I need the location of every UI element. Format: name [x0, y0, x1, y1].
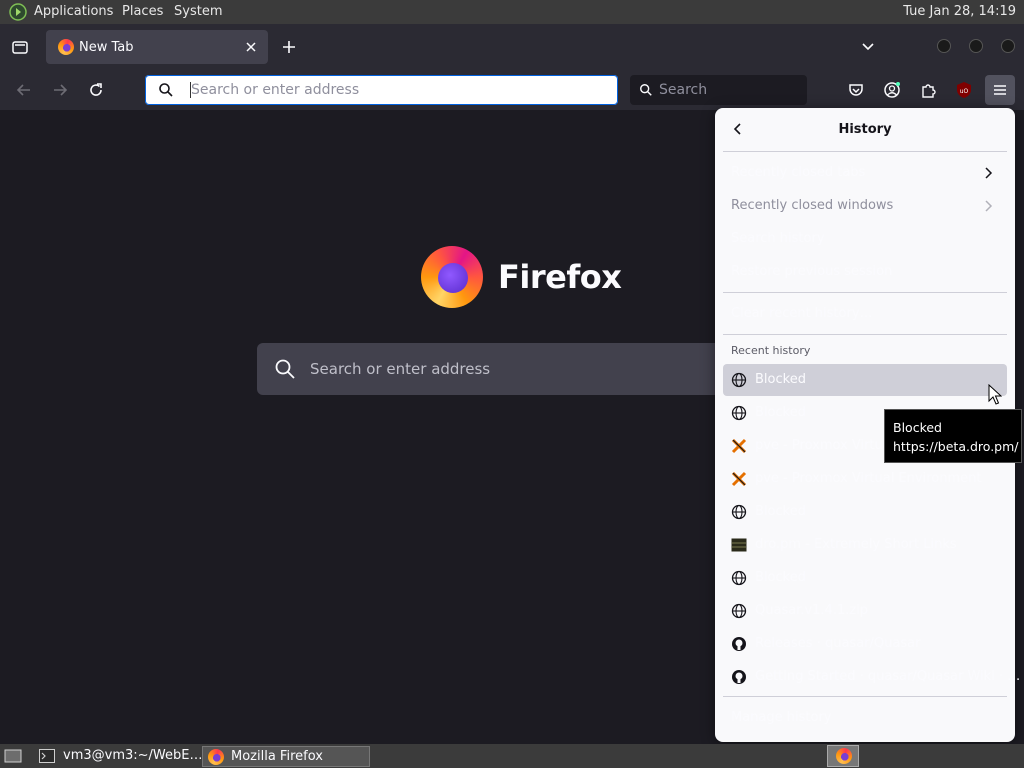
panel-title: History — [838, 122, 892, 137]
show-desktop-icon[interactable] — [4, 748, 22, 764]
svg-text:uO: uO — [960, 88, 969, 95]
list-all-tabs-chevron-icon[interactable] — [860, 40, 876, 54]
separator — [723, 334, 1007, 335]
github-icon — [732, 670, 746, 684]
clear-recent-history-item[interactable]: Clear recent history… — [723, 298, 1007, 330]
search-icon — [275, 359, 295, 379]
firefox-icon — [836, 748, 852, 764]
entry-label: Quasar.v1.4.1.zip — [755, 603, 869, 618]
item-label: Restore previous session — [731, 264, 893, 279]
top-panel: Applications Places System Tue Jan 28, 1… — [0, 0, 1024, 24]
item-label: Clear recent history… — [731, 306, 873, 321]
proxmox-icon — [731, 438, 747, 454]
globe-icon — [731, 372, 747, 388]
firefox-favicon-icon — [58, 39, 74, 55]
item-label: Search history — [731, 231, 825, 246]
history-entry[interactable]: Getting Started · quasar/Quasar Wiki · … — [723, 661, 1020, 693]
workspace-switcher[interactable] — [827, 745, 859, 767]
item-label: Recently closed windows — [731, 198, 894, 213]
search-bar-placeholder: Search — [659, 82, 708, 98]
entry-label: Blocked — [755, 504, 806, 519]
url-bar-placeholder: Search or enter address — [191, 82, 360, 98]
manage-history-item[interactable]: Manage history — [723, 702, 1007, 734]
history-entry[interactable]: Blocked — [723, 562, 1007, 594]
item-label: Manage history — [731, 710, 832, 725]
taskbar-terminal[interactable]: vm3@vm3:~/WebE… — [34, 746, 202, 767]
history-entry[interactable]: Blocked — [723, 364, 1007, 396]
content-search-placeholder: Search or enter address — [310, 360, 491, 378]
taskbar-firefox-label: Mozilla Firefox — [231, 749, 323, 764]
tooltip-url: https://beta.dro.pm/ — [893, 439, 1019, 454]
back-arrow-icon[interactable] — [15, 81, 33, 99]
search-history-item[interactable]: Search history — [723, 223, 1007, 255]
firefox-logo-icon — [421, 246, 483, 308]
dropm-icon — [731, 538, 747, 552]
entry-label: Blocked — [755, 570, 806, 585]
places-menu[interactable]: Places — [122, 4, 163, 19]
content-search-box[interactable]: Search or enter address — [257, 343, 717, 395]
mouse-pointer-icon — [988, 384, 1002, 405]
history-entry[interactable]: pve - Proxmox Virtual Environment — [723, 463, 1007, 495]
github-icon — [732, 637, 746, 651]
new-tab-plus-icon[interactable] — [281, 39, 297, 55]
taskbar-firefox[interactable]: Mozilla Firefox — [202, 746, 370, 767]
tab-title: New Tab — [79, 40, 134, 55]
url-bar[interactable]: Search or enter address — [145, 75, 618, 105]
open-menu-button[interactable] — [985, 75, 1015, 105]
separator — [723, 696, 1007, 697]
chevron-right-icon — [985, 200, 993, 212]
system-menu[interactable]: System — [174, 4, 222, 19]
forward-arrow-icon[interactable] — [51, 81, 69, 99]
separator — [723, 292, 1007, 293]
proxmox-icon — [731, 471, 747, 487]
search-icon — [159, 83, 173, 97]
entry-label: Releases · quasar/Quasar — [755, 636, 921, 651]
globe-icon — [731, 405, 747, 421]
globe-icon — [731, 570, 747, 586]
search-bar[interactable]: Search — [630, 75, 807, 105]
history-entry[interactable]: Quasar.v1.4.1.zip — [723, 595, 1007, 627]
search-icon — [640, 84, 652, 96]
separator — [723, 151, 1007, 152]
history-tooltip: Blocked https://beta.dro.pm/ — [884, 409, 1022, 463]
maximize-window-button[interactable] — [969, 39, 983, 53]
close-tab-icon[interactable] — [244, 40, 258, 54]
distro-logo-icon[interactable] — [9, 3, 27, 21]
recently-closed-tabs-item[interactable]: Recently closed tabs — [723, 157, 1007, 189]
reload-icon[interactable] — [87, 81, 105, 99]
history-entry[interactable]: Releases · quasar/Quasar — [723, 628, 1007, 660]
entry-label: Blocked — [755, 405, 806, 420]
entry-label: Getting Started · quasar/Quasar Wiki · … — [755, 669, 1021, 684]
entry-label: dro.pm - Extremely Short Links — [755, 537, 957, 552]
tooltip-title: Blocked — [893, 420, 942, 435]
firefox-icon — [208, 749, 224, 765]
close-window-button[interactable] — [1001, 39, 1015, 53]
firefox-wordmark: Firefox — [498, 258, 622, 296]
recent-history-heading: Recent history — [731, 344, 811, 357]
account-icon[interactable] — [883, 81, 901, 99]
entry-label: pve - Proxmox Virtual Environment — [755, 471, 982, 486]
taskbar-terminal-label: vm3@vm3:~/WebE… — [63, 748, 203, 763]
globe-icon — [731, 504, 747, 520]
entry-label: Blocked — [755, 372, 806, 387]
globe-icon — [731, 603, 747, 619]
clock[interactable]: Tue Jan 28, 14:19 — [903, 4, 1016, 19]
ublock-origin-icon[interactable]: uO — [955, 81, 973, 99]
pocket-icon[interactable] — [847, 81, 865, 99]
terminal-icon — [39, 749, 55, 763]
minimize-window-button[interactable] — [937, 39, 951, 53]
applications-menu[interactable]: Applications — [34, 4, 113, 19]
hamburger-menu-icon — [994, 85, 1006, 95]
restore-previous-session-item[interactable]: Restore previous session — [723, 256, 1007, 288]
firefox-view-icon[interactable] — [11, 38, 29, 56]
chevron-right-icon — [985, 167, 993, 179]
recently-closed-windows-item[interactable]: Recently closed windows — [723, 190, 1007, 222]
history-entry[interactable]: Blocked — [723, 496, 1007, 528]
extensions-puzzle-icon[interactable] — [919, 81, 937, 99]
history-entry[interactable]: dro.pm - Extremely Short Links — [723, 529, 1007, 561]
item-label: Recently closed tabs — [731, 165, 866, 180]
